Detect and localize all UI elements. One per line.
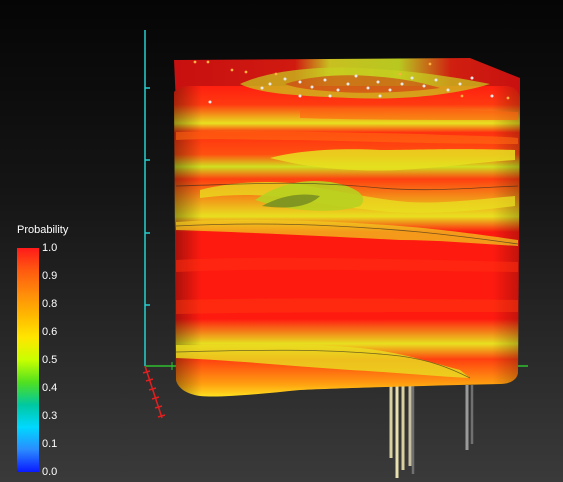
probability-volume[interactable] <box>174 58 520 397</box>
y-axis <box>142 365 166 419</box>
3d-viewport[interactable] <box>0 0 563 482</box>
wells <box>389 385 474 478</box>
z-axis <box>144 30 150 366</box>
